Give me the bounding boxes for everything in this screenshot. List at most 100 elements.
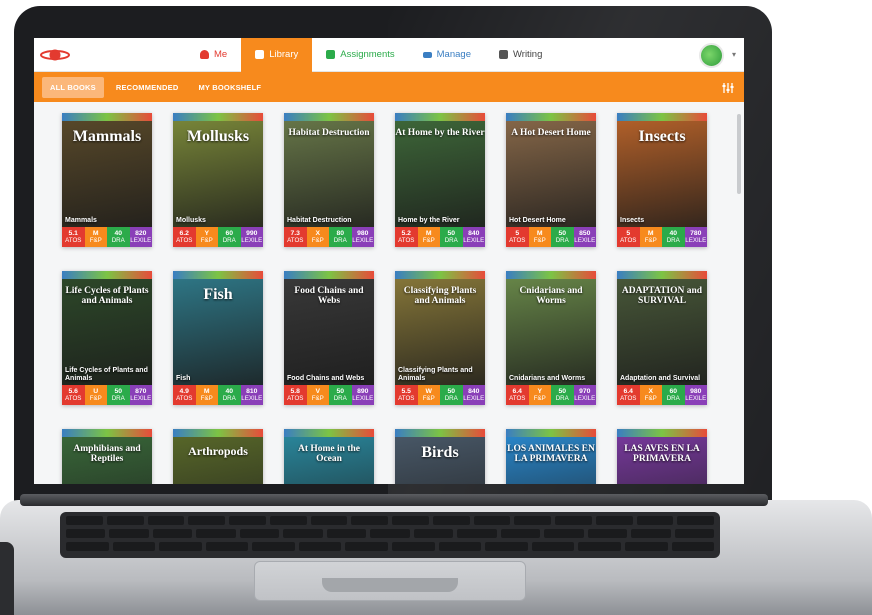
book-caption: Classifying Plants and Animals: [398, 366, 473, 382]
book-cover-title: Food Chains and Webs: [294, 286, 364, 306]
book-caption: Life Cycles of Plants and Animals: [65, 366, 148, 382]
book-card[interactable]: At Home in the Ocean: [284, 429, 374, 484]
level-label: ATOS: [65, 237, 82, 245]
level-label: ATOS: [620, 237, 637, 245]
book-card[interactable]: Fish Fish 4.9 ATOS M F&P 40 DRA 810 LEXILE: [173, 271, 263, 405]
book-cover-title: At Home in the Ocean: [297, 444, 360, 464]
level-label: DRA: [444, 237, 458, 245]
book-card[interactable]: Arthropods: [173, 429, 263, 484]
book-card[interactable]: Habitat Destruction Habitat Destruction 7.…: [284, 113, 374, 247]
book-card[interactable]: Birds: [395, 429, 485, 484]
level-atos: 5.6 ATOS: [62, 385, 85, 405]
book-cover-title: Fish: [203, 286, 233, 303]
cover-header-strip: [395, 271, 485, 279]
book-cover-title: ADAPTATION and SURVIVAL: [621, 286, 703, 306]
level-atos: 6.2 ATOS: [173, 227, 196, 247]
book-cover-title: Insects: [638, 128, 686, 145]
cover-header-strip: [62, 271, 152, 279]
book-cover-title: Life Cycles of Plants and Animals: [65, 286, 149, 306]
level-atos: 5.5 ATOS: [395, 385, 418, 405]
level-value: 990: [246, 229, 258, 237]
book-caption: Fish: [176, 374, 191, 382]
planet-logo-icon[interactable]: [40, 47, 70, 63]
chevron-down-icon[interactable]: ▾: [732, 50, 736, 59]
book-caption: Food Chains and Webs: [287, 374, 365, 382]
level-value: 890: [357, 387, 369, 395]
level-atos: 6.4 ATOS: [506, 385, 529, 405]
level-lexile: 890 LEXILE: [351, 385, 374, 405]
level-label: LEXILE: [463, 395, 485, 403]
book-caption: Cnidarians and Worms: [509, 374, 586, 382]
library-subnav: ALL BOOKS RECOMMENDED MY BOOKSHELF: [34, 72, 744, 102]
tab-library[interactable]: Library: [241, 38, 313, 72]
book-caption: Home by the River: [398, 216, 460, 224]
level-dra: 50 DRA: [107, 385, 130, 405]
level-fp: W F&P: [417, 385, 440, 405]
level-value: 5.8: [290, 387, 300, 395]
subtab-recommended[interactable]: RECOMMENDED: [108, 77, 187, 98]
level-label: DRA: [666, 237, 680, 245]
device-edge: [0, 542, 14, 615]
level-atos: 6.4 ATOS: [617, 385, 640, 405]
tab-writing-label: Writing: [512, 49, 543, 60]
book-card[interactable]: Life Cycles of Plants and Animals Life Cy…: [62, 271, 152, 405]
cover-header-strip: [62, 113, 152, 121]
level-label: DRA: [222, 395, 236, 403]
book-card[interactable]: At Home by the River Home by the River 5.2…: [395, 113, 485, 247]
book-card[interactable]: Food Chains and Webs Food Chains and Webs…: [284, 271, 374, 405]
reading-levels: 7.3 ATOS X F&P 80 DRA 980 LEXILE: [284, 227, 374, 247]
book-caption: Adaptation and Survival: [620, 374, 701, 382]
level-atos: 7.3 ATOS: [284, 227, 307, 247]
cover-header-strip: [284, 271, 374, 279]
reading-levels: 5.6 ATOS U F&P 50 DRA 870 LEXILE: [62, 385, 152, 405]
level-label: DRA: [111, 237, 125, 245]
tab-me[interactable]: Me: [186, 38, 241, 72]
book-card[interactable]: A Hot Desert Home Hot Desert Home 5 ATOS M F&…: [506, 113, 596, 247]
level-lexile: 990 LEXILE: [240, 227, 263, 247]
level-value: 820: [135, 229, 147, 237]
level-dra: 50 DRA: [329, 385, 352, 405]
tab-writing[interactable]: Writing: [485, 38, 556, 72]
level-value: 6.2: [179, 229, 189, 237]
level-lexile: 810 LEXILE: [240, 385, 263, 405]
level-label: LEXILE: [241, 237, 263, 245]
book-card[interactable]: LAS AVES EN LA PRIMAVERA: [617, 429, 707, 484]
level-lexile: 970 LEXILE: [573, 385, 596, 405]
book-card[interactable]: ADAPTATION and SURVIVAL Adaptation and Su…: [617, 271, 707, 405]
book-card[interactable]: LOS ANIMALES EN LA PRIMAVERA: [506, 429, 596, 484]
book-cover-title: Cnidarians and Worms: [519, 286, 583, 306]
scrollbar[interactable]: [737, 114, 741, 194]
book-card[interactable]: Insects Insects 5 ATOS M F&P 40 DRA 780 LEXILE: [617, 113, 707, 247]
reading-levels: 4.9 ATOS M F&P 40 DRA 810 LEXILE: [173, 385, 263, 405]
cover-header-strip: [62, 429, 152, 437]
book-cover-title: Mollusks: [186, 128, 250, 145]
level-value: 840: [468, 229, 480, 237]
subtab-all-books[interactable]: ALL BOOKS: [42, 76, 104, 98]
tab-assignments[interactable]: Assignments: [312, 38, 408, 72]
level-label: LEXILE: [463, 237, 485, 245]
tab-manage-label: Manage: [436, 49, 471, 60]
level-label: F&P: [533, 237, 546, 245]
level-label: DRA: [333, 395, 347, 403]
level-fp: M F&P: [528, 227, 551, 247]
person-icon: [200, 50, 209, 59]
subtab-my-bookshelf[interactable]: MY BOOKSHELF: [190, 77, 269, 98]
level-label: F&P: [311, 395, 324, 403]
book-caption: Habitat Destruction: [287, 216, 352, 224]
book-card[interactable]: Classifying Plants and Animals Classifyin…: [395, 271, 485, 405]
level-dra: 50 DRA: [440, 227, 463, 247]
book-card[interactable]: Amphibians and Reptiles: [62, 429, 152, 484]
level-label: F&P: [422, 395, 435, 403]
filter-sliders-icon[interactable]: [722, 81, 734, 93]
book-card[interactable]: Cnidarians and Worms Cnidarians and Worms…: [506, 271, 596, 405]
reading-levels: 6.4 ATOS Y F&P 50 DRA 970 LEXILE: [506, 385, 596, 405]
level-value: U: [93, 387, 99, 395]
book-card[interactable]: Mollusks Mollusks 6.2 ATOS Y F&P 60 DRA 990 LEXIL…: [173, 113, 263, 247]
book-cover-title: Mammals: [72, 128, 142, 145]
level-fp: X F&P: [639, 385, 662, 405]
level-dra: 40 DRA: [218, 385, 241, 405]
avatar[interactable]: [699, 43, 724, 68]
level-dra: 50 DRA: [440, 385, 463, 405]
book-card[interactable]: Mammals Mammals 5.1 ATOS M F&P 40 DRA 820 LEXILE: [62, 113, 152, 247]
tab-manage[interactable]: Manage: [409, 38, 485, 72]
